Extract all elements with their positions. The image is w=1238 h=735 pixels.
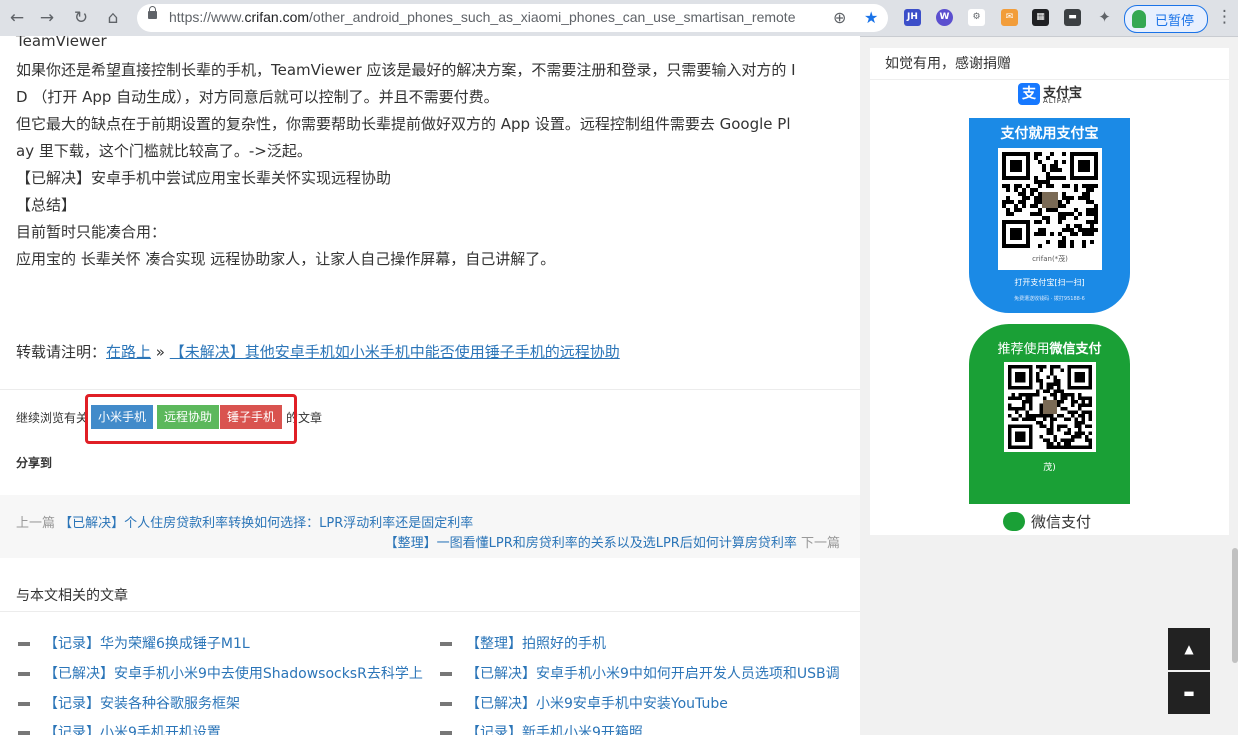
- alipay-account-name: crifan(*茂): [1032, 255, 1068, 263]
- extension-react-icon[interactable]: ⚙: [968, 9, 985, 26]
- article-text-line: ay 里下载，这个门槛就比较高了。->泛起。: [16, 142, 312, 160]
- article-text-line: 但它最大的缺点在于前期设置的复杂性，你需要帮助长辈提前做好双方的 App 设置。…: [16, 115, 791, 133]
- wechat-qr-frame: [1004, 362, 1096, 452]
- browser-menu-icon[interactable]: ⋮: [1216, 7, 1233, 27]
- article-link[interactable]: 【未解决】其他安卓手机如小米手机中能否使用锤子手机的远程协助: [170, 343, 620, 361]
- bullet-icon: [440, 702, 452, 706]
- next-post-link[interactable]: 【整理】一图看懂LPR和房贷利率的关系以及选LPR后如何计算房贷利率: [385, 536, 797, 551]
- scrollbar-thumb[interactable]: [1232, 548, 1238, 663]
- address-bar[interactable]: https://www.crifan.com/other_android_pho…: [137, 4, 888, 32]
- home-icon[interactable]: ⌂: [102, 7, 124, 29]
- browser-toolbar: ← → ↻ ⌂ https://www.crifan.com/other_and…: [0, 0, 1238, 37]
- related-item[interactable]: 【已解决】安卓手机小米9中如何开启开发人员选项和USB调: [440, 663, 840, 683]
- article-text-line: 目前暂时只能凑合用：: [16, 223, 167, 241]
- reprint-notice: 转载请注明：在路上 » 【未解决】其他安卓手机如小米手机中能否使用锤子手机的远程…: [16, 341, 620, 362]
- article-text-line: 如果你还是希望直接控制长辈的手机，TeamViewer 应该是最好的解决方案，不…: [16, 61, 796, 79]
- related-item[interactable]: 【记录】华为荣耀6换成锤子M1L: [18, 633, 250, 653]
- prev-post: 上一篇 【已解决】个人住房贷款利率转换如何选择：LPR浮动利率还是固定利率: [16, 512, 473, 531]
- comment-button[interactable]: ▬: [1168, 672, 1210, 714]
- reload-icon[interactable]: ↻: [70, 7, 92, 29]
- zoom-icon[interactable]: ⊕: [833, 8, 846, 27]
- reprint-separator: »: [151, 343, 170, 361]
- related-link[interactable]: 【记录】小米9手机开机设置: [44, 725, 221, 735]
- alipay-qr-code: [1002, 152, 1098, 248]
- alipay-icon: 支: [1018, 83, 1040, 105]
- share-label: 分享到: [16, 456, 53, 470]
- wechat-heading-bold: 微信支付: [1049, 342, 1102, 357]
- related-link[interactable]: 【已解决】安卓手机小米9中如何开启开发人员选项和USB调: [466, 666, 840, 682]
- bullet-icon: [18, 702, 30, 706]
- wechat-pay-label: 微信支付: [1031, 513, 1092, 531]
- related-item[interactable]: 【已解决】安卓手机小米9中去使用ShadowsocksR去科学上: [18, 663, 423, 683]
- extension-w-icon[interactable]: W: [936, 9, 953, 26]
- related-item[interactable]: 【已解决】小米9安卓手机中安装YouTube: [440, 693, 728, 713]
- avatar-icon: [1132, 10, 1146, 28]
- wechat-card-heading: 推荐使用微信支付: [969, 338, 1130, 357]
- bullet-icon: [18, 642, 30, 646]
- alipay-small-print: 免费遭送收钱码 · 拨打95188-6: [1014, 296, 1085, 302]
- bullet-icon: [440, 642, 452, 646]
- alipay-caption: 打开支付宝[扫一扫]: [1014, 278, 1085, 287]
- next-label: 下一篇: [800, 536, 840, 551]
- back-to-top-button[interactable]: ▲: [1168, 628, 1210, 670]
- article-text-line: D （打开 App 自动生成），对方同意后就可以控制了。并且不需要付费。: [16, 88, 499, 106]
- alipay-logo-en: ALIPAY: [1043, 97, 1073, 105]
- extension-qr-icon[interactable]: ▦: [1032, 9, 1049, 26]
- extension-screen-icon[interactable]: ▬: [1064, 9, 1081, 26]
- wechat-heading-prefix: 推荐使用: [997, 342, 1050, 357]
- divider: [870, 79, 1229, 80]
- wechat-account-name: 茂): [1043, 463, 1056, 473]
- related-link[interactable]: 【已解决】小米9安卓手机中安装YouTube: [466, 696, 728, 712]
- prev-post-link[interactable]: 【已解决】个人住房贷款利率转换如何选择：LPR浮动利率还是固定利率: [59, 516, 473, 531]
- arrow-up-icon: ▲: [1184, 642, 1194, 656]
- prev-label: 上一篇: [16, 516, 56, 531]
- article-content: TeamViewer 如果你还是希望直接控制长辈的手机，TeamViewer 应…: [0, 36, 860, 735]
- lock-icon[interactable]: [148, 6, 157, 19]
- related-item[interactable]: 【记录】安装各种谷歌服务框架: [18, 693, 240, 713]
- url-text[interactable]: https://www.crifan.com/other_android_pho…: [169, 9, 796, 25]
- next-post: 【整理】一图看懂LPR和房贷利率的关系以及选LPR后如何计算房贷利率 下一篇: [385, 532, 840, 551]
- extension-mail-icon[interactable]: ✉: [1001, 9, 1018, 26]
- site-link[interactable]: 在路上: [106, 343, 151, 361]
- bullet-icon: [18, 731, 30, 735]
- highlight-box: [85, 394, 297, 444]
- related-link[interactable]: 【已解决】安卓手机小米9中去使用ShadowsocksR去科学上: [44, 666, 423, 682]
- bookmark-star-icon[interactable]: ★: [864, 8, 878, 27]
- extension-jh-icon[interactable]: JH: [904, 9, 921, 26]
- related-item[interactable]: 【记录】小米9手机开机设置: [18, 722, 221, 735]
- article-text-line: 【已解决】安卓手机中尝试应用宝长辈关怀实现远程协助: [16, 169, 392, 187]
- post-navigation: 上一篇 【已解决】个人住房贷款利率转换如何选择：LPR浮动利率还是固定利率 【整…: [0, 495, 860, 558]
- related-link[interactable]: 【记录】安装各种谷歌服务框架: [44, 696, 240, 712]
- comment-icon: ▬: [1183, 686, 1195, 700]
- article-text-line: 应用宝的 长辈关怀 凑合实现 远程协助家人，让家人自己操作屏幕，自己讲解了。: [16, 250, 556, 268]
- divider: [0, 611, 860, 612]
- extensions-puzzle-icon[interactable]: ✦: [1096, 9, 1113, 26]
- related-item[interactable]: 【记录】新手机小米9开箱照: [440, 722, 643, 735]
- related-heading: 与本文相关的文章: [16, 588, 128, 604]
- article-text-line: TeamViewer: [16, 36, 107, 50]
- divider: [0, 389, 860, 390]
- related-link[interactable]: 【整理】拍照好的手机: [466, 636, 606, 652]
- alipay-qr-frame: crifan(*茂): [998, 148, 1102, 270]
- reprint-label: 转载请注明：: [16, 343, 107, 361]
- donation-widget: 如觉有用，感谢捐赠 支 支付宝 ALIPAY 支付就用支付宝 crifan(*茂…: [870, 48, 1229, 535]
- bullet-icon: [440, 672, 452, 676]
- alipay-qr-card: 支付就用支付宝 crifan(*茂) 打开支付宝[扫一扫] 免费遭送收钱码 · …: [969, 118, 1130, 313]
- wechat-qr-card: 推荐使用微信支付 茂): [969, 324, 1130, 504]
- related-link[interactable]: 【记录】新手机小米9开箱照: [466, 725, 643, 735]
- article-text-line: 【总结】: [16, 196, 77, 214]
- bullet-icon: [18, 672, 30, 676]
- related-item[interactable]: 【整理】拍照好的手机: [440, 633, 606, 653]
- bullet-icon: [440, 731, 452, 735]
- widget-title: 如觉有用，感谢捐赠: [885, 56, 1011, 72]
- back-icon[interactable]: ←: [6, 7, 28, 29]
- paused-label: 已暂停: [1155, 14, 1195, 29]
- tags-prefix: 继续浏览有关: [16, 411, 89, 425]
- wechat-qr-code: [1008, 365, 1092, 449]
- profile-paused-button[interactable]: 已暂停: [1124, 5, 1208, 33]
- alipay-card-heading: 支付就用支付宝: [1000, 126, 1099, 142]
- forward-icon[interactable]: →: [36, 7, 58, 29]
- wechat-icon: [1003, 512, 1025, 531]
- related-link[interactable]: 【记录】华为荣耀6换成锤子M1L: [44, 636, 250, 652]
